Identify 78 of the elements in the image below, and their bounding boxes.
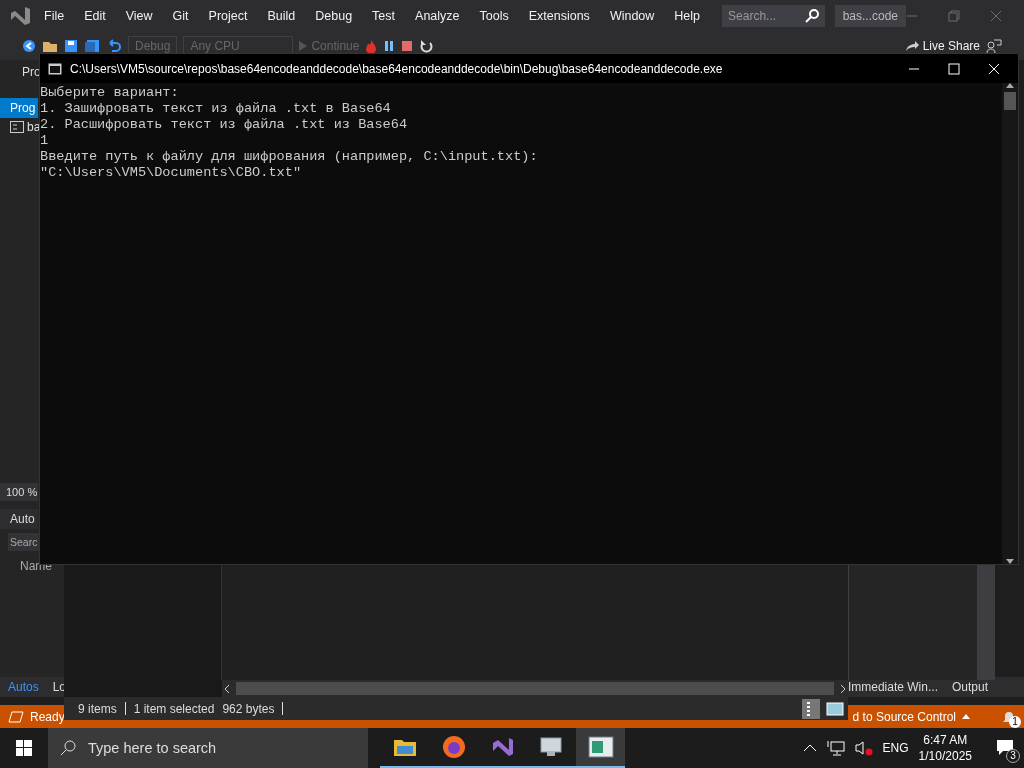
scroll-down-icon	[1006, 559, 1014, 564]
console-line: 2. Расшифровать текст из файла .txt из Base64	[40, 117, 409, 133]
panel-tab[interactable]: Output	[949, 680, 990, 694]
menu-item[interactable]: Help	[664, 9, 711, 23]
search-icon	[60, 740, 76, 756]
ide-icon[interactable]	[490, 735, 515, 759]
menu-item[interactable]: Edit	[74, 9, 116, 23]
console-line: Выберите вариант:	[40, 85, 180, 101]
menu-item[interactable]: Analyze	[405, 9, 470, 23]
panel-title: Auto	[0, 509, 38, 529]
save-all-icon[interactable]	[84, 39, 100, 53]
menu-item[interactable]: View	[115, 9, 163, 23]
document-tab[interactable]: Prog	[0, 98, 38, 118]
source-control-button[interactable]: d to Source Control	[852, 709, 970, 724]
monitor-icon[interactable]	[538, 736, 565, 758]
notification-count: 3	[1006, 749, 1020, 763]
caret-up-icon	[962, 714, 970, 719]
clock[interactable]: 6:47 AM 1/10/2025	[918, 732, 972, 764]
scrollbar-thumb[interactable]	[1004, 92, 1016, 110]
folder-icon[interactable]	[392, 737, 417, 757]
chevron-up-icon[interactable]	[802, 743, 817, 753]
scroll-left-icon[interactable]	[222, 683, 232, 694]
maximize-icon[interactable]	[948, 62, 960, 75]
play-icon	[299, 41, 308, 51]
fire-icon[interactable]	[365, 39, 378, 53]
browser-icon[interactable]	[441, 735, 466, 759]
feedback-icon[interactable]	[986, 39, 1002, 53]
scrollbar[interactable]	[1002, 83, 1018, 564]
console-line: "C:\Users\VM5\Documents\CBO.txt"	[40, 165, 303, 181]
search-icon	[804, 9, 819, 23]
back-icon[interactable]	[22, 39, 36, 53]
menu-item[interactable]: File	[34, 9, 75, 23]
console-line: 1. Зашифровать текст из файла .txt в Base64	[40, 101, 392, 117]
muted-speaker-icon[interactable]	[854, 740, 873, 756]
window-icon[interactable]	[587, 736, 614, 758]
restart-icon[interactable]	[419, 39, 434, 53]
menu-item[interactable]: Tools	[469, 9, 519, 23]
csharp-project-icon	[10, 121, 24, 133]
menu-item[interactable]: Git	[162, 9, 199, 23]
panel-tab[interactable]: Immediate Win...	[845, 680, 940, 694]
menu-item[interactable]: Extensions	[518, 9, 600, 23]
tree-item[interactable]: ba	[0, 118, 38, 136]
menu-item[interactable]: Debug	[305, 9, 363, 23]
solution-name[interactable]: bas...code	[834, 5, 906, 27]
windows-icon	[16, 740, 32, 756]
stop-icon[interactable]	[401, 40, 414, 52]
action-center-icon[interactable]	[996, 739, 1014, 757]
live-share-button[interactable]: Live Share	[904, 39, 980, 53]
menu-item[interactable]: Project	[198, 9, 258, 23]
search-field[interactable]: Search...	[722, 5, 825, 27]
window-title: C:\Users\VM5\source\repos\base64encodeanddecode\base64encodeanddecode\bin\Debug\base64encodeanddecode.exe	[70, 61, 723, 76]
console-icon	[48, 62, 62, 75]
scroll-right-icon[interactable]	[838, 683, 848, 694]
scrollbar[interactable]	[977, 563, 995, 680]
selection-info: 1 item selected	[133, 701, 215, 716]
console-line: 1	[40, 133, 50, 149]
menu-item[interactable]: Test	[362, 9, 406, 23]
network-icon[interactable]	[826, 740, 845, 756]
pause-icon[interactable]	[383, 40, 396, 52]
status-text: Ready	[30, 709, 65, 724]
save-icon[interactable]	[64, 39, 78, 53]
console-line: Введите путь к файлу для шифрования (например, C:\input.txt):	[40, 149, 539, 165]
search-field[interactable]: Searc	[8, 533, 40, 551]
ready-icon	[8, 710, 24, 723]
panel-tab[interactable]: Autos	[6, 680, 41, 694]
share-icon	[904, 40, 919, 52]
taskbar-search-field[interactable]: Type here to search	[48, 728, 368, 768]
language-indicator[interactable]: ENG	[882, 741, 909, 755]
undo-icon[interactable]	[106, 39, 122, 53]
zoom-level[interactable]: 100 %	[0, 483, 38, 501]
scrollbar-thumb[interactable]	[236, 682, 834, 695]
notification-count: 1	[1009, 715, 1021, 728]
taskbar-app[interactable]	[576, 728, 625, 768]
menu-item[interactable]: Window	[599, 9, 665, 23]
details-view-icon[interactable]	[802, 698, 820, 719]
menu-item[interactable]: Build	[257, 9, 306, 23]
file-size: 962 bytes	[222, 701, 275, 716]
item-count: 9 items	[78, 701, 117, 716]
